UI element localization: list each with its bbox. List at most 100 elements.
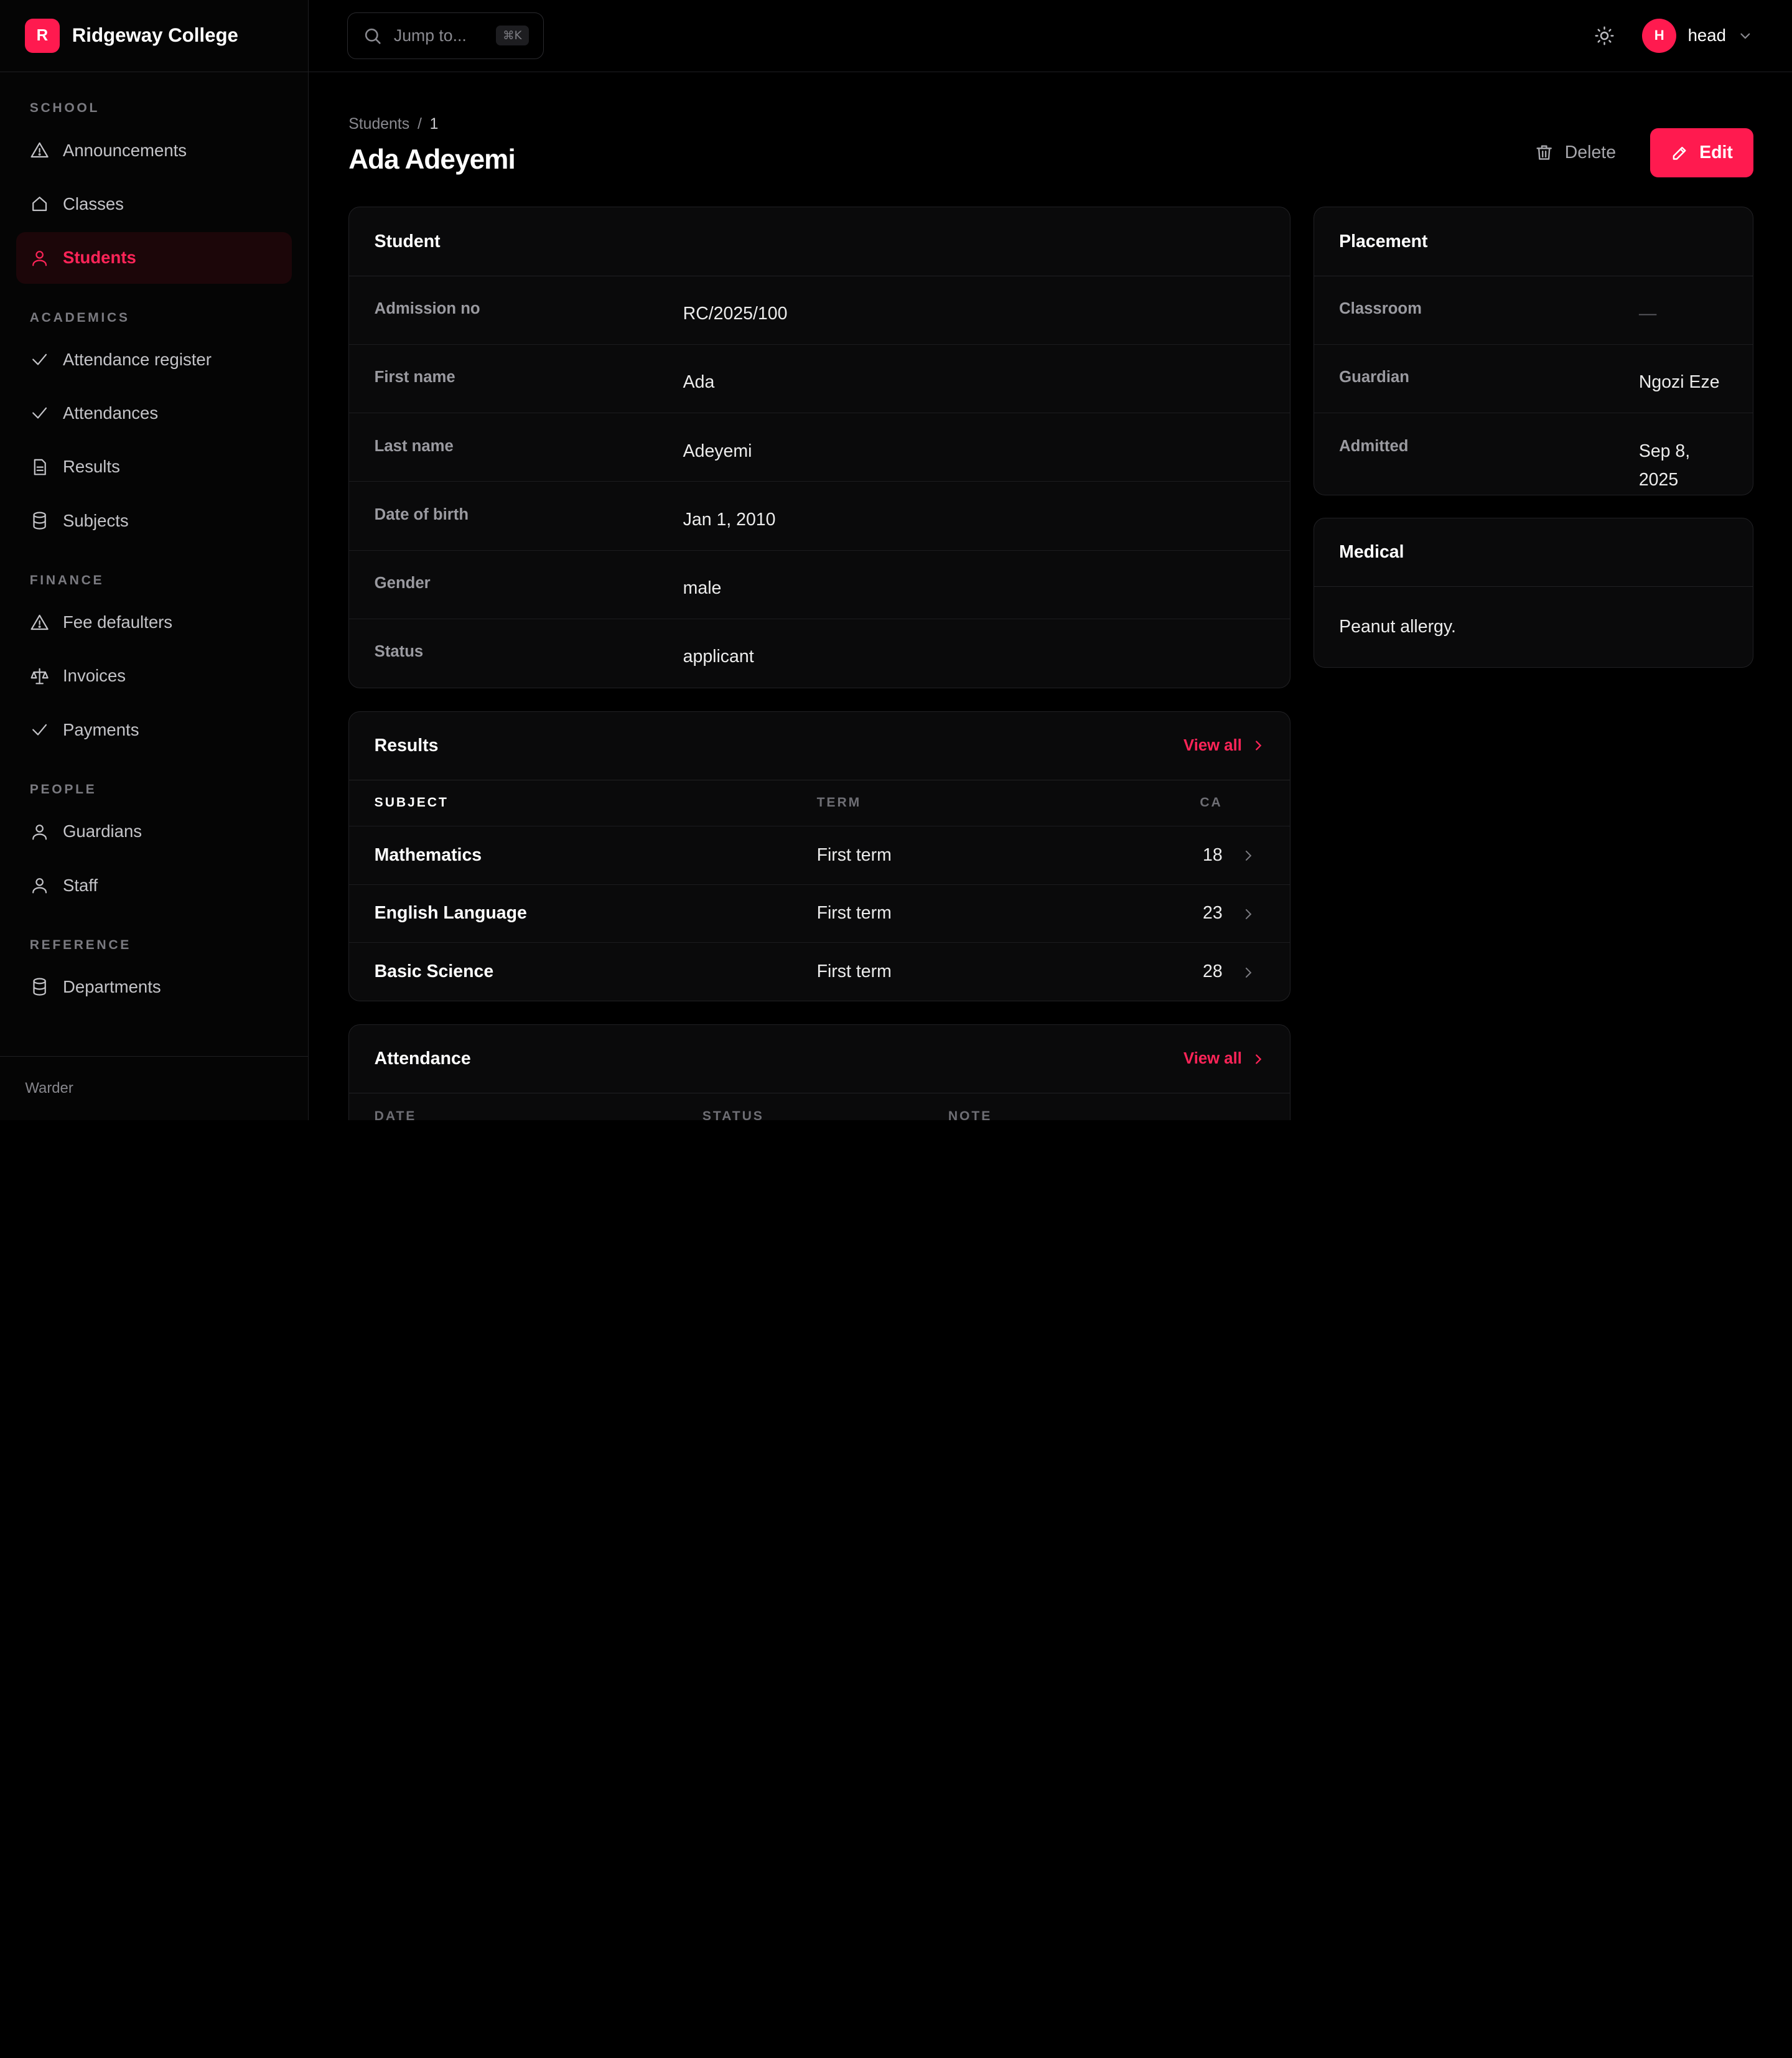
sidebar-item-classes[interactable]: Classes: [16, 179, 292, 230]
theme-toggle-button[interactable]: [1587, 19, 1622, 53]
nav-section-title: PEOPLE: [29, 782, 97, 797]
field-row-first-name: First name Ada: [349, 345, 1290, 414]
user-name: head: [1687, 26, 1726, 45]
column-header-status: STATUS: [702, 1093, 948, 1121]
user-icon: [32, 824, 47, 840]
view-all-label: View all: [1183, 736, 1242, 754]
card-title: Attendance: [374, 1049, 471, 1069]
sidebar-item-label: Attendances: [62, 403, 159, 423]
results-body: Mathematics First term 18 English Language F…: [349, 826, 1290, 1001]
nav-section-reference: REFERENCE Departments: [16, 925, 292, 1013]
page-actions: Delete Edit: [1517, 128, 1753, 177]
field-label: Last name: [374, 437, 454, 455]
medical-notes: Peanut allergy.: [1339, 617, 1456, 637]
trash-icon: [1536, 144, 1552, 160]
table-row[interactable]: Mathematics First term 18: [349, 826, 1290, 885]
table-row[interactable]: Basic Science First term 28: [349, 943, 1290, 1001]
sidebar-item-fee-defaulters[interactable]: Fee defaulters: [16, 597, 292, 648]
results-view-all-link[interactable]: View all: [1183, 737, 1265, 755]
pencil-icon: [1673, 146, 1686, 160]
field-value: male: [683, 578, 722, 599]
column-header-ca: CA: [1159, 780, 1223, 826]
edit-button[interactable]: Edit: [1650, 128, 1753, 177]
row-open-button[interactable]: [1223, 943, 1290, 1001]
sidebar-footer: Warder: [0, 1056, 308, 1120]
chevron-right-icon: [1245, 909, 1252, 919]
left-column: Student Admission no RC/2025/100 First nam…: [348, 207, 1290, 1121]
sidebar-item-attendance-register[interactable]: Attendance register: [16, 334, 292, 385]
attendance-view-all-link[interactable]: View all: [1183, 1050, 1265, 1068]
card-title: Results: [374, 735, 439, 755]
sidebar-item-label: Staff: [62, 875, 98, 895]
field-label: First name: [374, 368, 455, 386]
chevron-right-icon: [1255, 741, 1261, 751]
nav-section-title: REFERENCE: [29, 937, 131, 952]
card-title: Medical: [1339, 542, 1404, 563]
sidebar-item-students[interactable]: Students: [16, 232, 292, 284]
sidebar-item-guardians[interactable]: Guardians: [16, 806, 292, 858]
sidebar-item-payments[interactable]: Payments: [16, 704, 292, 755]
card-header: Medical: [1314, 518, 1753, 587]
chevron-right-icon: [1245, 851, 1252, 861]
row-open-button[interactable]: [1222, 884, 1290, 943]
user-menu[interactable]: H head: [1642, 18, 1753, 53]
nav-section-finance: FINANCE Fee defaulters Invoices Payments: [16, 560, 292, 755]
field-value: applicant: [683, 647, 754, 667]
breadcrumb-parent[interactable]: Students: [348, 116, 409, 133]
sidebar-item-label: Invoices: [62, 666, 126, 686]
sidebar-item-attendances[interactable]: Attendances: [16, 388, 292, 439]
sidebar-item-invoices[interactable]: Invoices: [16, 650, 292, 702]
page-header: Students / 1 Ada Adeyemi Delete Edit: [348, 116, 1753, 207]
scale-icon: [30, 668, 49, 685]
cell-ca: 28: [1203, 961, 1223, 982]
warning-icon: [30, 614, 49, 630]
topbar: Jump to... ⌘K H head: [308, 0, 1792, 72]
placement-card: Placement Classroom — Guardian Ngozi Eze Adm…: [1313, 207, 1753, 495]
sidebar-item-label: Attendance register: [62, 349, 212, 369]
field-row-date-of-birth: Date of birth Jan 1, 2010: [349, 482, 1290, 551]
delete-button[interactable]: Delete: [1517, 128, 1635, 177]
nav-section-title: SCHOOL: [29, 101, 100, 116]
card-header: Attendance View all: [349, 1025, 1290, 1094]
topbar-right: H head: [1587, 18, 1753, 53]
search-icon: [365, 28, 381, 44]
table-row[interactable]: English Language First term 23: [349, 884, 1290, 943]
content-grid: Student Admission no RC/2025/100 First nam…: [348, 207, 1753, 1121]
page-content: Students / 1 Ada Adeyemi Delete Edit Stu…: [309, 72, 1792, 1121]
cell-term: First term: [816, 961, 892, 982]
column-header-action: [1222, 780, 1290, 826]
field-value: Sep 8, 2025: [1638, 441, 1691, 490]
sidebar-item-results[interactable]: Results: [16, 441, 292, 493]
card-title: Placement: [1339, 231, 1428, 251]
sidebar-item-label: Announcements: [62, 140, 187, 160]
sidebar-item-announcements[interactable]: Announcements: [16, 124, 292, 176]
field-label: Gender: [374, 574, 431, 592]
sidebar-item-departments[interactable]: Departments: [16, 961, 292, 1013]
database-icon: [33, 978, 46, 996]
placement-fields: Classroom — Guardian Ngozi Eze Admitted Sep 8…: [1314, 276, 1753, 495]
sun-icon: [1595, 26, 1614, 45]
check-icon: [32, 724, 47, 736]
check-icon: [32, 408, 47, 419]
row-open-button[interactable]: [1222, 826, 1290, 885]
sidebar-nav: SCHOOL Announcements Classes Students ACADEM…: [0, 72, 308, 1057]
check-icon: [32, 353, 47, 365]
view-all-label: View all: [1183, 1050, 1242, 1068]
cell-term: First term: [816, 826, 1160, 885]
main: Jump to... ⌘K H head Students / 1 Ada Ad…: [308, 0, 1792, 1121]
breadcrumb-separator: /: [417, 115, 422, 133]
student-card: Student Admission no RC/2025/100 First nam…: [348, 207, 1290, 688]
page-title: Ada Adeyemi: [348, 144, 515, 175]
column-header-subject: SUBJECT: [349, 780, 817, 826]
sidebar-item-subjects[interactable]: Subjects: [16, 495, 292, 546]
cell-subject: Mathematics: [349, 826, 817, 885]
sidebar-item-label: Guardians: [62, 821, 142, 841]
search-input[interactable]: Jump to... ⌘K: [347, 12, 544, 60]
sidebar-item-staff[interactable]: Staff: [16, 859, 292, 911]
app-root: R Ridgeway College SCHOOL Announcements Cl…: [0, 0, 1792, 1121]
brand[interactable]: R Ridgeway College: [0, 0, 308, 72]
field-value: —: [1638, 304, 1657, 324]
user-icon: [32, 878, 47, 894]
sidebar-item-label: Departments: [62, 977, 161, 997]
field-row-admitted: Admitted Sep 8, 2025: [1314, 413, 1753, 494]
